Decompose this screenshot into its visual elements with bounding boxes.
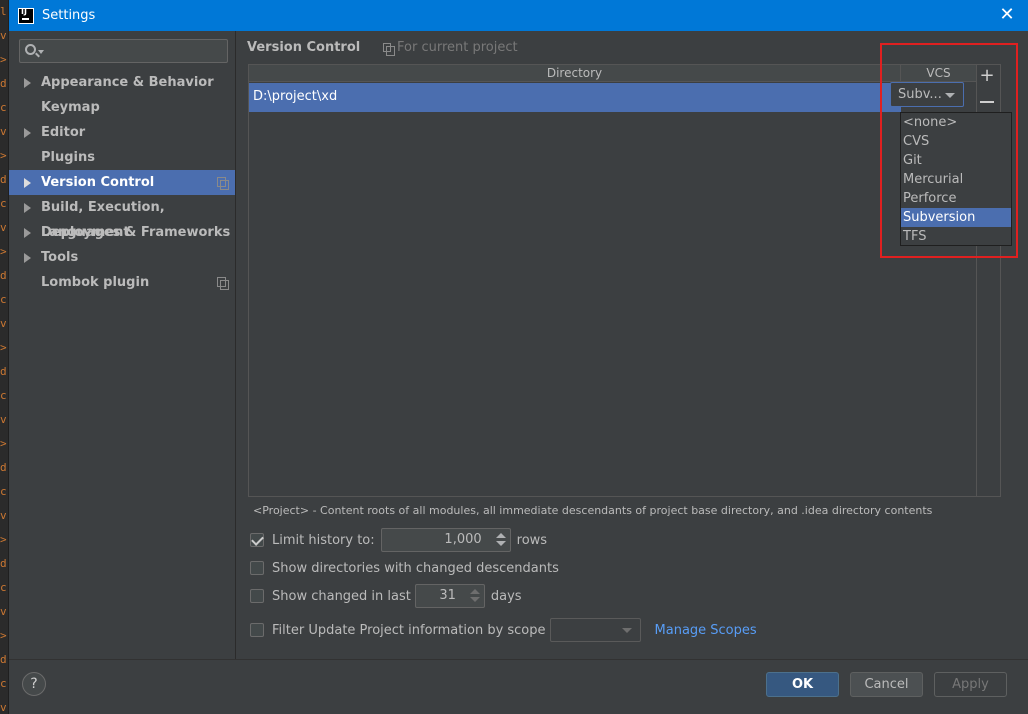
- project-scope-icon: [217, 177, 229, 190]
- sidebar-item-label: Languages & Frameworks: [41, 225, 231, 240]
- sidebar-item-label: Lombok plugin: [41, 275, 150, 290]
- show-changed-value: 31: [439, 588, 456, 603]
- search-input[interactable]: [19, 39, 228, 63]
- limit-history-checkbox[interactable]: [250, 533, 264, 547]
- row-directory: D:\project\xd: [253, 89, 338, 104]
- settings-content: Version Control For current project Dire…: [237, 31, 1028, 659]
- vcs-select-value: Subv...: [898, 87, 942, 102]
- vcs-dropdown-list: <none> CVS Git Mercurial Perforce Subver…: [900, 112, 1012, 246]
- show-changed-stepper[interactable]: 31: [414, 584, 485, 608]
- vcs-option-mercurial[interactable]: Mercurial: [901, 170, 1011, 189]
- stepper-arrows-icon[interactable]: [495, 532, 507, 548]
- ok-button[interactable]: OK: [766, 672, 839, 697]
- filter-scope-option: Filter Update Project information by sco…: [250, 618, 757, 642]
- settings-sidebar: Appearance & Behavior Keymap Editor Plug…: [9, 31, 236, 659]
- add-mapping-button[interactable]: +: [979, 67, 995, 85]
- settings-tree: Appearance & Behavior Keymap Editor Plug…: [9, 70, 235, 295]
- vcs-option-git[interactable]: Git: [901, 151, 1011, 170]
- table-row[interactable]: D:\project\xd: [249, 83, 901, 112]
- sidebar-item-lombok-plugin[interactable]: Lombok plugin: [9, 270, 235, 295]
- column-header-directory[interactable]: Directory: [249, 65, 901, 82]
- search-icon: [25, 44, 36, 55]
- vcs-mappings-table: Directory VCS D:\project\xd: [248, 64, 1001, 497]
- vcs-option-tfs[interactable]: TFS: [901, 227, 1011, 246]
- vcs-option-perforce[interactable]: Perforce: [901, 189, 1011, 208]
- sidebar-item-version-control[interactable]: Version Control: [9, 170, 235, 195]
- limit-history-stepper[interactable]: 1,000: [380, 528, 511, 552]
- vcs-option-cvs[interactable]: CVS: [901, 132, 1011, 151]
- sidebar-item-label: Appearance & Behavior: [41, 75, 214, 90]
- vcs-option-none[interactable]: <none>: [901, 113, 1011, 132]
- manage-scopes-link[interactable]: Manage Scopes: [655, 623, 757, 638]
- apply-button[interactable]: Apply: [934, 672, 1007, 697]
- expand-arrow-icon[interactable]: [24, 253, 31, 263]
- dialog-footer: ? OK Cancel Apply: [9, 659, 1028, 714]
- project-scope-icon: [217, 277, 229, 290]
- show-dirs-option: Show directories with changed descendant…: [250, 556, 559, 580]
- sidebar-item-label: Tools: [41, 250, 79, 265]
- expand-arrow-icon[interactable]: [24, 203, 31, 213]
- help-button[interactable]: ?: [22, 672, 46, 696]
- vcs-option-subversion[interactable]: Subversion: [901, 208, 1011, 227]
- window-title: Settings: [42, 8, 96, 23]
- show-changed-label: Show changed in last: [272, 588, 411, 604]
- page-title: Version Control: [247, 40, 361, 55]
- settings-dialog: Settings ✕ Appearance & Behavior Keymap …: [8, 0, 1028, 714]
- limit-history-unit: rows: [516, 532, 548, 548]
- limit-history-option: Limit history to: 1,000 rows: [250, 528, 547, 552]
- sidebar-item-keymap[interactable]: Keymap: [9, 95, 235, 120]
- sidebar-item-label: Keymap: [41, 100, 100, 115]
- sidebar-item-build-execution-deployment[interactable]: Build, Execution, Deployment: [9, 195, 235, 240]
- show-changed-checkbox[interactable]: [250, 589, 264, 603]
- show-dirs-label: Show directories with changed descendant…: [272, 560, 559, 576]
- project-scope-icon: [383, 43, 395, 56]
- show-changed-unit: days: [490, 588, 522, 604]
- expand-arrow-icon[interactable]: [24, 128, 31, 138]
- expand-arrow-icon[interactable]: [24, 78, 31, 88]
- vcs-select[interactable]: Subv...: [890, 82, 964, 107]
- stepper-arrows-icon[interactable]: [469, 588, 481, 604]
- sidebar-item-plugins[interactable]: Plugins: [9, 145, 235, 170]
- show-dirs-checkbox[interactable]: [250, 561, 264, 575]
- scope-note-text: For current project: [397, 40, 518, 55]
- remove-mapping-button[interactable]: [980, 101, 994, 103]
- scope-note: For current project: [383, 40, 518, 56]
- sidebar-item-tools[interactable]: Tools: [9, 245, 235, 270]
- close-icon[interactable]: ✕: [997, 5, 1017, 25]
- chevron-down-icon: [945, 93, 955, 98]
- expand-arrow-icon[interactable]: [24, 228, 31, 238]
- sidebar-item-label: Editor: [41, 125, 86, 140]
- expand-arrow-icon[interactable]: [24, 178, 31, 188]
- limit-history-value: 1,000: [444, 532, 482, 547]
- title-bar: Settings ✕: [9, 0, 1028, 31]
- project-note: <Project> - Content roots of all modules…: [253, 504, 933, 517]
- sidebar-item-label: Plugins: [41, 150, 95, 165]
- background-editor-strip: l v > d c v > d c v > d c v > d c v > d c v > d c v > d c v: [0, 0, 8, 714]
- scope-select[interactable]: [549, 618, 641, 642]
- sidebar-item-languages-frameworks[interactable]: Languages & Frameworks: [9, 220, 235, 245]
- cancel-button[interactable]: Cancel: [850, 672, 923, 697]
- sidebar-item-label: Version Control: [41, 175, 155, 190]
- limit-history-label: Limit history to:: [272, 532, 375, 548]
- sidebar-item-editor[interactable]: Editor: [9, 120, 235, 145]
- chevron-down-icon: [621, 628, 632, 633]
- sidebar-item-appearance-behavior[interactable]: Appearance & Behavior: [9, 70, 235, 95]
- filter-scope-checkbox[interactable]: [250, 623, 264, 637]
- chevron-down-icon[interactable]: [38, 50, 44, 54]
- filter-scope-label: Filter Update Project information by sco…: [272, 622, 546, 638]
- column-header-vcs[interactable]: VCS: [901, 65, 976, 82]
- show-changed-option: Show changed in last 31 days: [250, 584, 522, 608]
- intellij-logo-icon: [18, 7, 34, 24]
